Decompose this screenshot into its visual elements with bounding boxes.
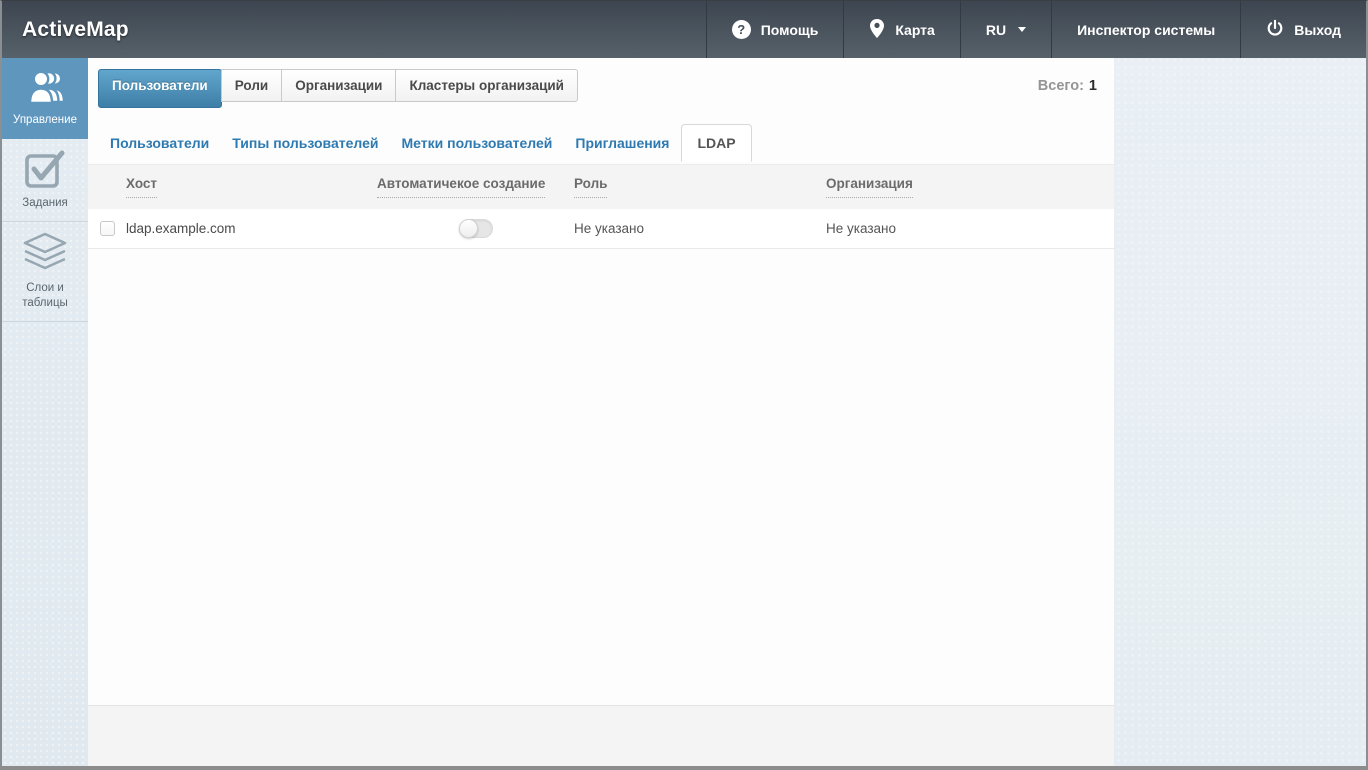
layers-icon xyxy=(22,232,68,274)
auto-creation-cell xyxy=(377,219,574,238)
app-window: ActiveMap ? Помощь Карта RU xyxy=(0,0,1368,770)
table-row[interactable]: ldap.example.com Не указано Не указано xyxy=(88,209,1114,249)
column-header-organization[interactable]: Организация xyxy=(826,176,1114,198)
task-check-icon xyxy=(24,149,66,189)
app-logo: ActiveMap xyxy=(2,18,129,42)
top-bar: ActiveMap ? Помощь Карта RU xyxy=(2,1,1366,58)
map-button[interactable]: Карта xyxy=(843,1,960,58)
row-select-cell xyxy=(88,221,126,236)
sidebar-item-label: Задания xyxy=(22,196,67,211)
host-cell: ldap.example.com xyxy=(126,221,377,236)
sidebar-item-label: Слои и таблицы xyxy=(5,281,85,311)
subtab-user-labels[interactable]: Метки пользователей xyxy=(390,124,563,162)
subtab-user-types[interactable]: Типы пользователей xyxy=(221,124,389,162)
total-value: 1 xyxy=(1089,78,1097,94)
sidebar-item-tasks[interactable]: Задания xyxy=(2,139,88,222)
language-dropdown[interactable]: RU xyxy=(960,1,1051,58)
tab-roles[interactable]: Роли xyxy=(221,69,282,102)
primary-tabs: Пользователи Роли Организации Кластеры о… xyxy=(98,69,578,108)
users-icon xyxy=(22,68,68,106)
system-inspector-label: Инспектор системы xyxy=(1077,22,1215,38)
auto-creation-toggle[interactable] xyxy=(459,219,493,238)
caret-down-icon xyxy=(1018,27,1026,32)
power-icon xyxy=(1266,19,1284,40)
subtab-ldap[interactable]: LDAP xyxy=(681,124,751,162)
sidebar: Управление Задания xyxy=(2,58,88,766)
logout-label: Выход xyxy=(1294,22,1341,38)
map-label: Карта xyxy=(895,22,935,38)
total-label: Всего: xyxy=(1038,78,1084,94)
map-pin-icon xyxy=(869,18,885,42)
content-panel: Пользователи Роли Организации Кластеры о… xyxy=(88,58,1114,705)
language-label: RU xyxy=(986,22,1006,38)
subtab-invitations[interactable]: Приглашения xyxy=(564,124,680,162)
tab-organizations[interactable]: Организации xyxy=(281,69,396,102)
help-label: Помощь xyxy=(761,22,819,38)
column-header-host[interactable]: Хост xyxy=(126,176,377,198)
role-cell: Не указано xyxy=(574,221,826,236)
tab-organization-clusters[interactable]: Кластеры организаций xyxy=(395,69,578,102)
total-counter: Всего: 1 xyxy=(1038,78,1097,94)
organization-cell: Не указано xyxy=(826,221,1114,236)
logout-button[interactable]: Выход xyxy=(1240,1,1366,58)
column-header-role[interactable]: Роль xyxy=(574,176,826,198)
help-button[interactable]: ? Помощь xyxy=(706,1,844,58)
system-inspector-button[interactable]: Инспектор системы xyxy=(1051,1,1240,58)
tab-users[interactable]: Пользователи xyxy=(98,69,222,108)
top-nav: ? Помощь Карта RU Инспектор системы xyxy=(706,1,1366,58)
help-circle-icon: ? xyxy=(732,20,751,39)
row-checkbox[interactable] xyxy=(100,221,115,236)
table-header: Хост Автоматичекое создание Роль Организ… xyxy=(88,164,1114,209)
sidebar-item-label: Управление xyxy=(13,113,77,128)
subtab-users[interactable]: Пользователи xyxy=(99,124,220,162)
toggle-knob xyxy=(459,219,478,238)
secondary-tabs: Пользователи Типы пользователей Метки по… xyxy=(99,124,753,162)
column-header-auto-creation[interactable]: Автоматичекое создание xyxy=(377,176,574,198)
sidebar-item-management[interactable]: Управление xyxy=(2,58,88,139)
panel-footer xyxy=(88,705,1114,766)
sidebar-item-layers-tables[interactable]: Слои и таблицы xyxy=(2,222,88,322)
